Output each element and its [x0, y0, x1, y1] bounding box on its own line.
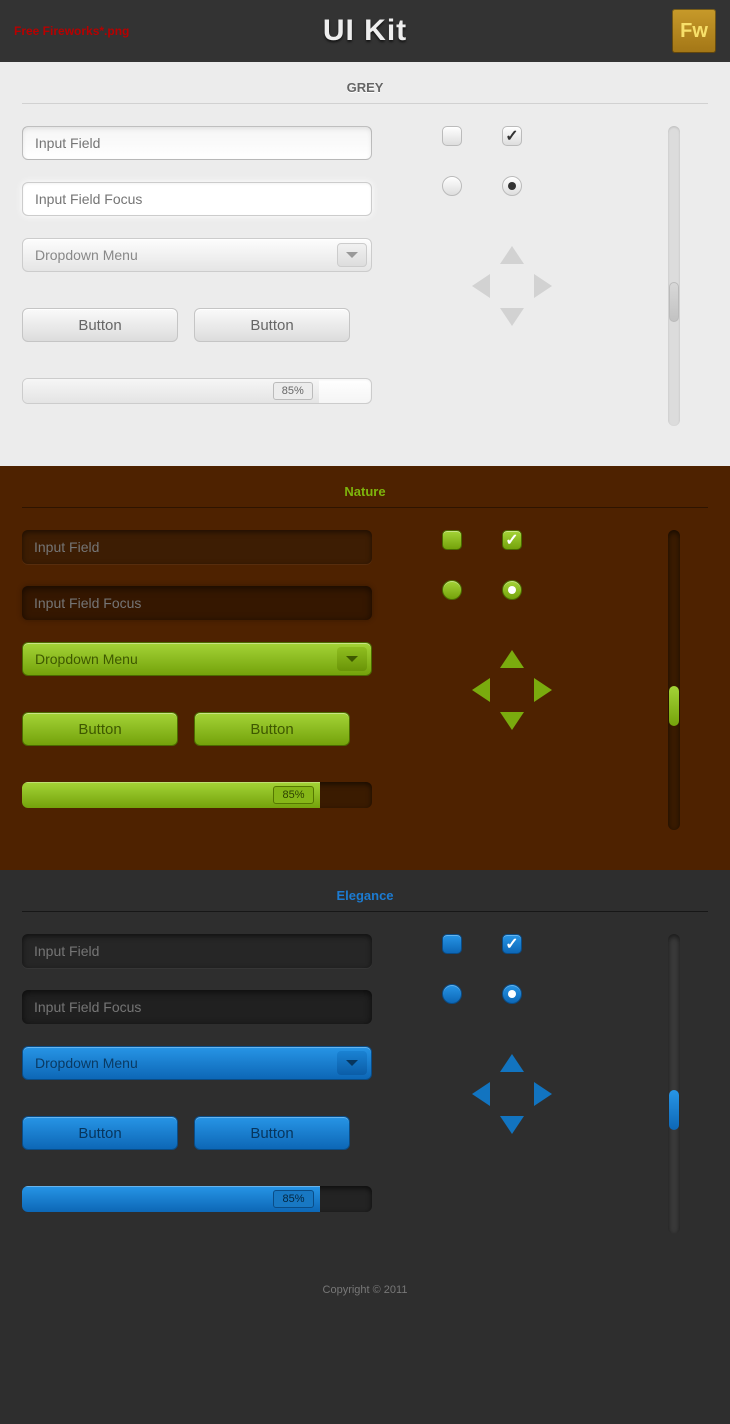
scrollbar-thumb[interactable]: [669, 282, 679, 322]
scrollbar-thumb[interactable]: [669, 686, 679, 726]
chevron-down-icon: [337, 243, 367, 267]
arrow-down-icon[interactable]: [500, 712, 524, 730]
progress-fill: 85%: [22, 782, 320, 808]
radio-unchecked[interactable]: [442, 984, 462, 1004]
arrow-right-icon[interactable]: [534, 274, 552, 298]
button-secondary[interactable]: Button: [194, 308, 350, 342]
header-title: UI Kit: [323, 14, 407, 48]
dropdown-menu[interactable]: Dropdown Menu: [22, 1046, 372, 1080]
chevron-down-icon: [337, 647, 367, 671]
section-title: Nature: [22, 484, 708, 508]
arrow-left-icon[interactable]: [472, 274, 490, 298]
button-secondary[interactable]: Button: [194, 712, 350, 746]
arrow-up-icon[interactable]: [500, 246, 524, 264]
fireworks-logo-icon: Fw: [672, 9, 716, 53]
arrow-up-icon[interactable]: [500, 650, 524, 668]
arrow-right-icon[interactable]: [534, 1082, 552, 1106]
dpad: [472, 1054, 552, 1134]
progress-label: 85%: [273, 382, 313, 400]
theme-section-grey: GREY Dropdown Menu Button Button: [0, 62, 730, 466]
check-icon: ✓: [505, 126, 518, 146]
dropdown-menu[interactable]: Dropdown Menu: [22, 642, 372, 676]
arrow-down-icon[interactable]: [500, 1116, 524, 1134]
checkbox-unchecked[interactable]: [442, 934, 462, 954]
progress-bar: 85%: [22, 1186, 372, 1212]
radio-dot-icon: [508, 182, 516, 190]
dropdown-label: Dropdown Menu: [35, 651, 138, 667]
theme-section-elegance: Elegance Dropdown Menu Button Button: [0, 870, 730, 1274]
scrollbar-track[interactable]: [668, 126, 680, 426]
button-primary[interactable]: Button: [22, 1116, 178, 1150]
progress-label: 85%: [273, 786, 313, 804]
arrow-down-icon[interactable]: [500, 308, 524, 326]
arrow-left-icon[interactable]: [472, 1082, 490, 1106]
check-icon: ✓: [505, 530, 518, 550]
input-field[interactable]: [22, 934, 372, 968]
radio-checked[interactable]: [502, 580, 522, 600]
radio-checked[interactable]: [502, 176, 522, 196]
dropdown-label: Dropdown Menu: [35, 247, 138, 263]
dpad: [472, 246, 552, 326]
progress-bar: 85%: [22, 782, 372, 808]
dropdown-label: Dropdown Menu: [35, 1055, 138, 1071]
radio-checked[interactable]: [502, 984, 522, 1004]
arrow-up-icon[interactable]: [500, 1054, 524, 1072]
arrow-right-icon[interactable]: [534, 678, 552, 702]
checkbox-unchecked[interactable]: [442, 126, 462, 146]
radio-dot-icon: [508, 586, 516, 594]
progress-fill: 85%: [22, 1186, 320, 1212]
dropdown-menu[interactable]: Dropdown Menu: [22, 238, 372, 272]
input-field-focus[interactable]: [22, 990, 372, 1024]
progress-fill: 85%: [23, 379, 319, 403]
scrollbar-track[interactable]: [668, 530, 680, 830]
button-primary[interactable]: Button: [22, 308, 178, 342]
input-field-focus[interactable]: [22, 586, 372, 620]
checkbox-unchecked[interactable]: [442, 530, 462, 550]
scrollbar-thumb[interactable]: [669, 1090, 679, 1130]
progress-label: 85%: [273, 1190, 313, 1208]
checkbox-checked[interactable]: ✓: [502, 934, 522, 954]
radio-unchecked[interactable]: [442, 176, 462, 196]
radio-dot-icon: [508, 990, 516, 998]
progress-bar: 85%: [22, 378, 372, 404]
arrow-left-icon[interactable]: [472, 678, 490, 702]
checkbox-checked[interactable]: ✓: [502, 126, 522, 146]
footer-copyright: Copyright © 2011: [0, 1274, 730, 1310]
chevron-down-icon: [337, 1051, 367, 1075]
section-title: Elegance: [22, 888, 708, 912]
input-field[interactable]: [22, 126, 372, 160]
header: Free Fireworks*.png UI Kit Fw: [0, 0, 730, 62]
checkbox-checked[interactable]: ✓: [502, 530, 522, 550]
button-secondary[interactable]: Button: [194, 1116, 350, 1150]
dpad: [472, 650, 552, 730]
input-field-focus[interactable]: [22, 182, 372, 216]
button-primary[interactable]: Button: [22, 712, 178, 746]
check-icon: ✓: [505, 934, 518, 954]
scrollbar-track[interactable]: [668, 934, 680, 1234]
radio-unchecked[interactable]: [442, 580, 462, 600]
section-title: GREY: [22, 80, 708, 104]
header-tagline: Free Fireworks*.png: [14, 24, 129, 38]
input-field[interactable]: [22, 530, 372, 564]
theme-section-nature: Nature Dropdown Menu Button Button: [0, 466, 730, 870]
